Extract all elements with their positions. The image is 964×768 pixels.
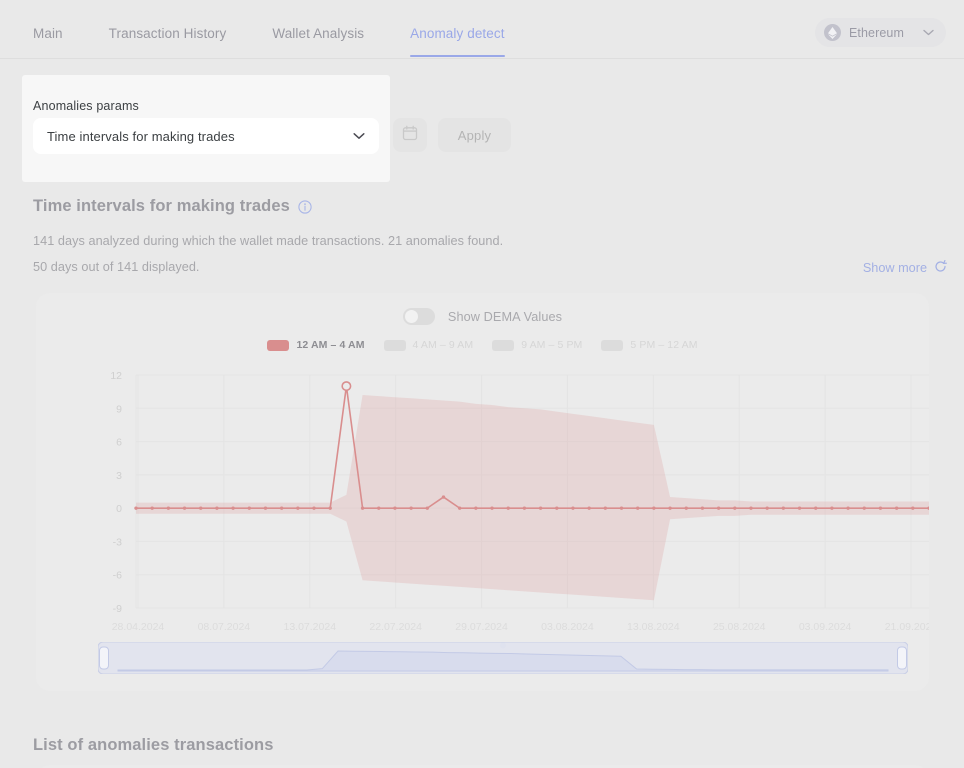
chain-name: Ethereum (849, 25, 904, 40)
legend-item-3[interactable]: 5 PM – 12 AM (601, 339, 697, 351)
svg-text:03.09.2024: 03.09.2024 (799, 621, 852, 633)
refresh-icon (934, 260, 947, 276)
top-tab-bar: Main Transaction History Wallet Analysis… (0, 0, 964, 59)
svg-text:29.07.2024: 29.07.2024 (455, 621, 508, 633)
svg-text:22.07.2024: 22.07.2024 (369, 621, 422, 633)
svg-text:0: 0 (116, 503, 122, 515)
section-title: Time intervals for making trades (33, 197, 312, 216)
dema-toggle-row: Show DEMA Values (36, 308, 929, 325)
svg-text:9: 9 (116, 403, 122, 415)
calendar-icon (402, 125, 418, 146)
show-dema-label: Show DEMA Values (447, 309, 563, 324)
svg-text:13.08.2024: 13.08.2024 (627, 621, 680, 633)
show-more-button[interactable]: Show more (863, 260, 947, 276)
svg-text:-9: -9 (113, 603, 122, 615)
svg-text:08.07.2024: 08.07.2024 (198, 621, 251, 633)
tab-anomaly-detect[interactable]: Anomaly detect (410, 0, 506, 57)
legend-label: 4 AM – 9 AM (412, 339, 474, 351)
legend-swatch (267, 339, 290, 351)
show-dema-toggle[interactable] (402, 308, 435, 325)
svg-text:03.08.2024: 03.08.2024 (541, 621, 594, 633)
chart-range-slider[interactable] (97, 641, 909, 675)
days-displayed: 50 days out of 141 displayed. (33, 260, 200, 274)
tab-main[interactable]: Main (33, 0, 63, 57)
legend-swatch (383, 339, 406, 351)
svg-text:28.04.2024: 28.04.2024 (112, 621, 165, 633)
tab-wallet-analysis[interactable]: Wallet Analysis (272, 0, 364, 57)
legend-item-2[interactable]: 9 AM – 5 PM (492, 339, 582, 351)
show-more-label: Show more (862, 261, 927, 275)
chain-selector[interactable]: Ethereum (815, 18, 946, 47)
anomalies-params-value: Time intervals for making trades (47, 128, 235, 144)
anomalies-params-panel: Anomalies params Time intervals for maki… (22, 75, 390, 182)
info-icon[interactable] (298, 199, 312, 214)
apply-button[interactable]: Apply (438, 118, 511, 152)
svg-text:-6: -6 (113, 570, 122, 582)
analysis-summary: 141 days analyzed during which the walle… (33, 234, 504, 248)
section-title-text: Time intervals for making trades (33, 197, 290, 215)
list-section-title: List of anomalies transactions (33, 736, 274, 754)
chart-legend: 12 AM – 4 AM 4 AM – 9 AM 9 AM – 5 PM 5 P… (36, 339, 929, 351)
chart-card: Show DEMA Values 12 AM – 4 AM 4 AM – 9 A… (36, 293, 929, 691)
svg-text:3: 3 (116, 470, 122, 482)
chevron-down-icon (923, 29, 934, 36)
legend-item-1[interactable]: 4 AM – 9 AM (383, 339, 474, 351)
anomaly-line-chart[interactable]: 12 9 6 3 0 -3 -6 -9 28.04.2024 08.07.2024 13.07.20… (36, 363, 929, 653)
date-range-button[interactable] (393, 118, 427, 152)
toggle-knob (404, 310, 418, 323)
legend-swatch (601, 339, 624, 351)
anomalies-params-label: Anomalies params (33, 99, 139, 113)
svg-text:13.07.2024: 13.07.2024 (283, 621, 336, 633)
legend-label: 9 AM – 5 PM (521, 339, 583, 351)
svg-text:25.08.2024: 25.08.2024 (713, 621, 766, 633)
legend-swatch (492, 339, 515, 351)
anomalies-params-select[interactable]: Time intervals for making trades (33, 118, 379, 154)
svg-text:-3: -3 (113, 536, 122, 548)
legend-item-0[interactable]: 12 AM – 4 AM (267, 339, 364, 351)
svg-text:12: 12 (110, 370, 122, 382)
svg-text:21.09.2024: 21.09.2024 (885, 621, 929, 633)
legend-label: 5 PM – 12 AM (630, 339, 698, 351)
svg-text:6: 6 (116, 437, 122, 449)
chevron-down-icon (353, 132, 365, 140)
legend-label: 12 AM – 4 AM (296, 339, 365, 351)
tab-transaction-history[interactable]: Transaction History (109, 0, 227, 57)
ethereum-icon (824, 24, 841, 41)
tab-list: Main Transaction History Wallet Analysis… (33, 0, 551, 59)
